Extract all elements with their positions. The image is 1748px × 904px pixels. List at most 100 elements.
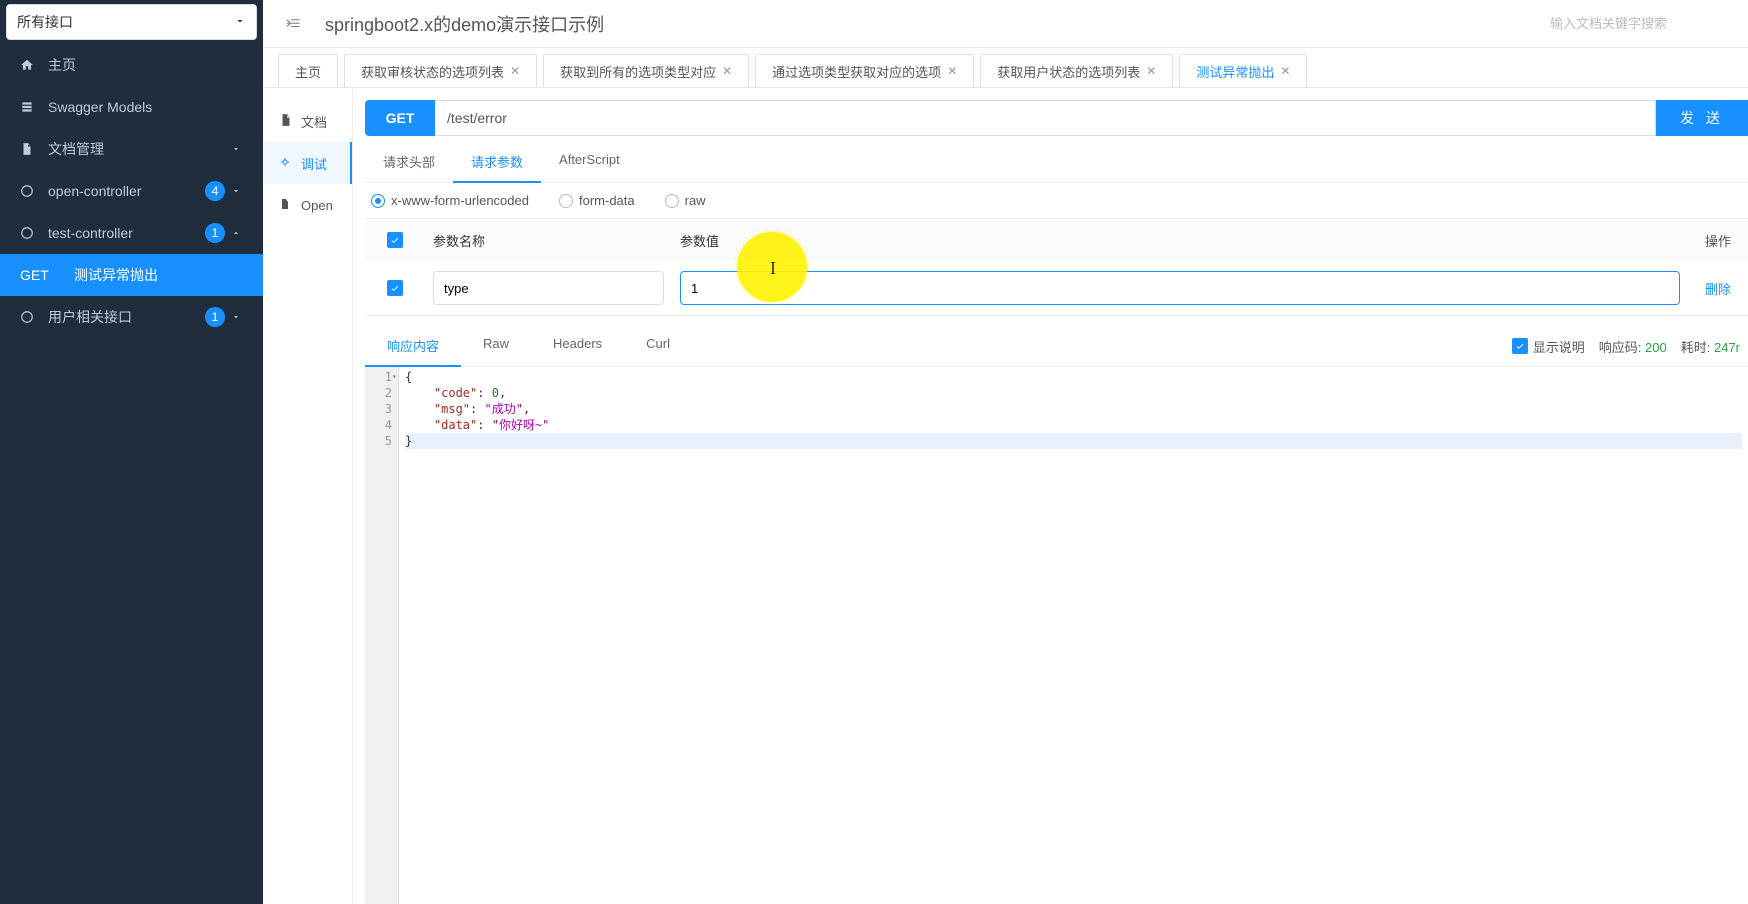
- doc-icon: [279, 113, 293, 130]
- subtab-请求参数[interactable]: 请求参数: [453, 142, 541, 183]
- url-input[interactable]: /test/error: [435, 100, 1656, 136]
- sidebar-item-open-controller[interactable]: open-controller 4: [0, 170, 263, 212]
- sidebar-item-Swagger Models[interactable]: Swagger Models: [0, 86, 263, 128]
- close-icon[interactable]: ✕: [1146, 64, 1156, 78]
- col-header-value: 参数值: [672, 231, 1688, 250]
- close-icon[interactable]: ✕: [722, 64, 732, 78]
- subitem-label: 测试异常抛出: [74, 265, 158, 285]
- col-header-action: 操作: [1688, 231, 1748, 250]
- doc-icon: [20, 142, 38, 156]
- tab-label: 获取审核状态的选项列表: [361, 62, 504, 81]
- response-time-value: 247r: [1714, 340, 1740, 355]
- detail-nav-文档[interactable]: 文档: [263, 100, 352, 142]
- close-icon[interactable]: ✕: [1280, 64, 1290, 78]
- chevron-down-icon: [231, 141, 243, 157]
- api-icon: [20, 310, 38, 324]
- tabs-bar: 主页获取审核状态的选项列表✕获取到所有的选项类型对应✕通过选项类型获取对应的选项…: [263, 48, 1748, 88]
- line-number: 4: [365, 417, 392, 433]
- resp-tab-Headers[interactable]: Headers: [531, 326, 624, 366]
- search-input[interactable]: [1550, 8, 1730, 40]
- nav-label: Open: [301, 198, 333, 213]
- debug-icon: [279, 156, 293, 171]
- sidebar-item-test-controller[interactable]: test-controller 1: [0, 212, 263, 254]
- bodytype-radio-x-www-form-urlencoded[interactable]: x-www-form-urlencoded: [371, 193, 529, 208]
- sidebar-item-label: open-controller: [48, 183, 205, 199]
- show-description-toggle[interactable]: 显示说明: [1512, 337, 1585, 356]
- sidebar-item-用户相关接口[interactable]: 用户相关接口 1: [0, 296, 263, 338]
- body-type-radios: x-www-form-urlencoded form-data raw: [365, 183, 1748, 218]
- json-string: "你好呀~": [492, 418, 550, 432]
- tab-主页[interactable]: 主页: [278, 54, 338, 87]
- delete-param-link[interactable]: 删除: [1705, 282, 1731, 297]
- tab-获取审核状态的选项列表[interactable]: 获取审核状态的选项列表 ✕: [344, 54, 537, 87]
- subtab-AfterScript[interactable]: AfterScript: [541, 142, 638, 182]
- code-body[interactable]: { "code": 0, "msg": "成功", "data": "你好呀~"…: [399, 367, 1748, 904]
- select-all-checkbox[interactable]: [387, 232, 403, 248]
- line-number: 1: [365, 369, 392, 385]
- close-icon[interactable]: ✕: [510, 64, 520, 78]
- json-key: "code": [434, 386, 477, 400]
- params-header-row: 参数名称 参数值 操作: [365, 219, 1748, 261]
- json-string: "成功": [484, 402, 522, 416]
- sidebar-item-主页[interactable]: 主页: [0, 44, 263, 86]
- api-icon: [20, 226, 38, 240]
- sidebar-item-label: 用户相关接口: [48, 307, 205, 327]
- bodytype-radio-raw[interactable]: raw: [665, 193, 706, 208]
- param-checkbox[interactable]: [387, 280, 403, 296]
- param-value-input[interactable]: [680, 271, 1680, 305]
- response-code-value: 200: [1645, 340, 1667, 355]
- tab-label: 主页: [295, 62, 321, 81]
- bodytype-radio-form-data[interactable]: form-data: [559, 193, 635, 208]
- search-box: [1550, 8, 1730, 40]
- radio-icon: [665, 194, 679, 208]
- count-badge: 1: [205, 307, 225, 327]
- count-badge: 1: [205, 223, 225, 243]
- sidebar: 所有接口 主页 Swagger Models 文档管理 open-control…: [0, 0, 263, 904]
- request-subtabs: 请求头部请求参数AfterScript: [365, 142, 1748, 183]
- subtab-请求头部[interactable]: 请求头部: [365, 142, 453, 182]
- api-group-selector[interactable]: 所有接口: [6, 4, 257, 40]
- detail-nav-调试[interactable]: 调试: [263, 142, 352, 184]
- api-icon: [20, 184, 38, 198]
- count-badge: 4: [205, 181, 225, 201]
- tab-测试异常抛出[interactable]: 测试异常抛出 ✕: [1179, 54, 1307, 87]
- json-number: 0: [492, 386, 499, 400]
- sidebar-subitem[interactable]: GET测试异常抛出: [0, 254, 263, 296]
- col-header-name: 参数名称: [425, 231, 672, 250]
- resp-tab-Raw[interactable]: Raw: [461, 326, 531, 366]
- line-number: 2: [365, 385, 392, 401]
- main-content: springboot2.x的demo演示接口示例 主页获取审核状态的选项列表✕获…: [263, 0, 1748, 904]
- response-tabs: 响应内容RawHeadersCurl 显示说明 响应码: 200 耗时: 247…: [365, 326, 1748, 367]
- chevron-down-icon: [231, 309, 243, 325]
- checkbox-icon: [1512, 338, 1528, 354]
- radio-label: x-www-form-urlencoded: [391, 193, 529, 208]
- http-method-badge: GET: [365, 100, 435, 136]
- sidebar-item-文档管理[interactable]: 文档管理: [0, 128, 263, 170]
- chevron-down-icon: [231, 183, 243, 199]
- line-gutter: 12345: [365, 367, 399, 904]
- radio-label: raw: [685, 193, 706, 208]
- tab-获取到所有的选项类型对应[interactable]: 获取到所有的选项类型对应 ✕: [543, 54, 749, 87]
- tab-通过选项类型获取对应的选项[interactable]: 通过选项类型获取对应的选项✕: [755, 54, 974, 87]
- home-icon: [20, 58, 38, 72]
- resp-tab-Curl[interactable]: Curl: [624, 326, 692, 366]
- line-number: 3: [365, 401, 392, 417]
- param-name-input[interactable]: [433, 271, 664, 305]
- detail-nav-Open[interactable]: Open: [263, 184, 352, 226]
- radio-icon: [559, 194, 573, 208]
- resp-tab-响应内容[interactable]: 响应内容: [365, 326, 461, 367]
- tab-label: 测试异常抛出: [1196, 62, 1274, 81]
- tab-获取用户状态的选项列表[interactable]: 获取用户状态的选项列表✕: [980, 54, 1173, 87]
- json-key: "msg": [434, 402, 470, 416]
- sidebar-item-label: test-controller: [48, 225, 205, 241]
- http-method-label: GET: [20, 267, 74, 283]
- radio-icon: [371, 194, 385, 208]
- send-button[interactable]: 发 送: [1656, 100, 1748, 136]
- collapse-sidebar-button[interactable]: [281, 12, 305, 36]
- tab-label: 获取到所有的选项类型对应: [560, 62, 716, 81]
- chevron-up-icon: [231, 225, 243, 241]
- models-icon: [20, 100, 38, 114]
- url-text: /test/error: [447, 110, 507, 126]
- close-icon[interactable]: ✕: [947, 64, 957, 78]
- params-table: 参数名称 参数值 操作 删除: [365, 218, 1748, 316]
